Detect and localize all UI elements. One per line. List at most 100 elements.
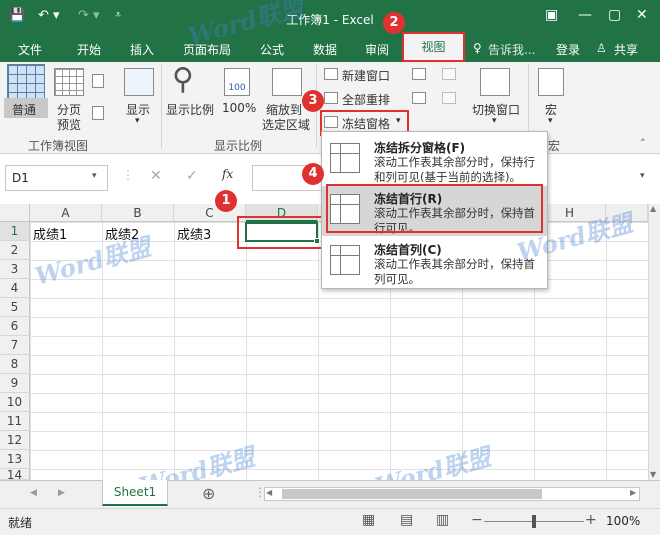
share-icon[interactable]: ♙ [596, 41, 607, 55]
row-header[interactable]: 7 [0, 336, 30, 355]
zoom-magnifier-icon[interactable]: ⚲ [172, 62, 194, 97]
vertical-scrollbar[interactable] [648, 204, 660, 480]
menu-bar: 文件 开始 插入 页面布局 公式 数据 审阅 ♀ 告诉我... 登录 ♙ 共享 [0, 36, 660, 62]
tab-formulas[interactable]: 公式 [260, 41, 284, 58]
row-header[interactable]: 6 [0, 317, 30, 336]
zoom-level[interactable]: 100% [606, 514, 640, 528]
row-header[interactable]: 10 [0, 393, 30, 412]
normal-view-status-icon[interactable]: ▦ [362, 512, 375, 528]
minimize-icon[interactable]: — [578, 7, 592, 23]
switch-windows-icon[interactable] [480, 68, 510, 96]
ribbon-display-icon[interactable]: ▣ [545, 7, 558, 23]
custom-views-icon[interactable] [92, 106, 104, 120]
zoom-button[interactable]: 显示比例 [166, 101, 214, 118]
row-header[interactable]: 9 [0, 374, 30, 393]
zoom-to-selection-icon[interactable] [272, 68, 302, 96]
enter-icon[interactable]: ✓ [186, 168, 198, 184]
tab-data[interactable]: 数据 [313, 41, 337, 58]
row-header[interactable]: 3 [0, 260, 30, 279]
add-sheet-button[interactable]: ⊕ [202, 484, 215, 503]
cell-a1[interactable]: 成绩1 [33, 224, 67, 243]
scroll-left-icon[interactable]: ◀ [266, 488, 272, 497]
normal-view-icon[interactable] [7, 64, 45, 100]
tab-view[interactable]: 视图 [402, 32, 465, 62]
arrange-all-button[interactable]: 全部重排 [342, 91, 390, 108]
zoom-out-button[interactable]: − [471, 512, 483, 528]
freeze-top-row-highlight [326, 184, 543, 233]
group-macros: 宏 [548, 139, 561, 153]
tab-file[interactable]: 文件 [18, 41, 42, 58]
prev-sheet-icon[interactable]: ◀ [30, 488, 37, 498]
share-button[interactable]: 共享 [614, 41, 638, 58]
scroll-up-icon[interactable]: ▲ [650, 204, 656, 213]
zoom-100-button[interactable]: 100% [222, 101, 256, 115]
maximize-icon[interactable]: ▢ [608, 7, 621, 23]
new-window-icon[interactable] [324, 68, 338, 80]
hide-icon[interactable] [412, 92, 426, 104]
freeze-first-column-icon [330, 245, 360, 275]
menu-item-desc: 滚动工作表其余部分时，保持首列可见。 [374, 257, 535, 286]
row-header[interactable]: 4 [0, 279, 30, 298]
cell-c1[interactable]: 成绩3 [177, 224, 211, 243]
step-badge-2: 2 [383, 12, 405, 34]
row-header[interactable]: 1 [0, 222, 30, 241]
page-break-status-icon[interactable]: ▥ [436, 512, 449, 528]
group-workbook-views: 工作簿视图 [28, 139, 89, 153]
row-header[interactable]: 12 [0, 431, 30, 450]
menu-item-title: 冻结首列(C) [374, 243, 442, 257]
tab-home[interactable]: 开始 [77, 41, 101, 58]
column-header[interactable]: B [102, 204, 174, 222]
group-separator [161, 64, 162, 148]
insert-function-button[interactable]: fx [222, 167, 233, 181]
view-side-by-side-icon[interactable] [442, 68, 456, 80]
page-layout-view-icon[interactable] [92, 74, 104, 88]
switch-dropdown-icon[interactable]: ▾ [492, 116, 497, 126]
row-header[interactable]: 11 [0, 412, 30, 431]
sync-scroll-icon[interactable] [442, 92, 456, 104]
close-icon[interactable]: ✕ [636, 7, 648, 23]
step-badge-4: 4 [302, 163, 324, 185]
horizontal-scroll-thumb[interactable] [282, 489, 542, 499]
freeze-panes-option-icon [330, 143, 360, 173]
show-icon[interactable] [124, 68, 154, 96]
normal-view-button[interactable]: 普通 [12, 101, 36, 118]
zoom-100-icon[interactable]: 100 [224, 68, 250, 96]
scroll-down-icon[interactable]: ▼ [650, 470, 656, 479]
scroll-right-icon[interactable]: ▶ [630, 488, 636, 497]
next-sheet-icon[interactable]: ▶ [58, 488, 65, 498]
name-box-dropdown-icon[interactable]: ▾ [92, 171, 97, 181]
row-header[interactable]: 5 [0, 298, 30, 317]
tell-me-search[interactable]: 告诉我... [488, 41, 535, 58]
login-link[interactable]: 登录 [556, 41, 580, 58]
menu-freeze-first-column[interactable]: 冻结首列(C) 滚动工作表其余部分时，保持首列可见。 [322, 237, 547, 287]
split-icon[interactable] [412, 68, 426, 80]
sheet-tab[interactable]: Sheet1 [102, 480, 168, 506]
row-header[interactable]: 8 [0, 355, 30, 374]
expand-formula-icon[interactable]: ▾ [640, 171, 645, 181]
page-break-label-2[interactable]: 预览 [57, 116, 81, 133]
group-zoom: 显示比例 [214, 139, 263, 153]
row-header[interactable]: 13 [0, 450, 30, 469]
menu-freeze-panes[interactable]: 冻结拆分窗格(F) 滚动工作表其余部分时，保持行和列可见(基于当前的选择)。 [322, 135, 547, 185]
macros-icon[interactable] [538, 68, 564, 96]
zoom-slider-thumb[interactable] [532, 515, 536, 528]
menu-item-title: 冻结拆分窗格(F) [374, 141, 466, 155]
row-header[interactable]: 14 [0, 469, 30, 480]
zoom-in-button[interactable]: + [585, 512, 597, 528]
column-header[interactable]: A [30, 204, 102, 222]
arrange-all-icon[interactable] [324, 92, 338, 104]
tab-insert[interactable]: 插入 [130, 41, 154, 58]
lightbulb-icon: ♀ [473, 41, 482, 55]
new-window-button[interactable]: 新建窗口 [342, 67, 390, 84]
cancel-icon[interactable]: ✕ [150, 168, 162, 184]
status-ready: 就绪 [8, 516, 33, 530]
page-layout-status-icon[interactable]: ▤ [400, 512, 413, 528]
collapse-ribbon-icon[interactable]: ˄ [640, 137, 646, 150]
page-break-preview-icon[interactable] [54, 68, 84, 96]
tab-review[interactable]: 审阅 [365, 41, 389, 58]
zoom-selection-label-2[interactable]: 选定区域 [262, 116, 310, 133]
macros-dropdown-icon[interactable]: ▾ [548, 116, 553, 126]
select-all-button[interactable] [0, 204, 30, 222]
show-dropdown-icon[interactable]: ▾ [135, 116, 140, 126]
row-header[interactable]: 2 [0, 241, 30, 260]
